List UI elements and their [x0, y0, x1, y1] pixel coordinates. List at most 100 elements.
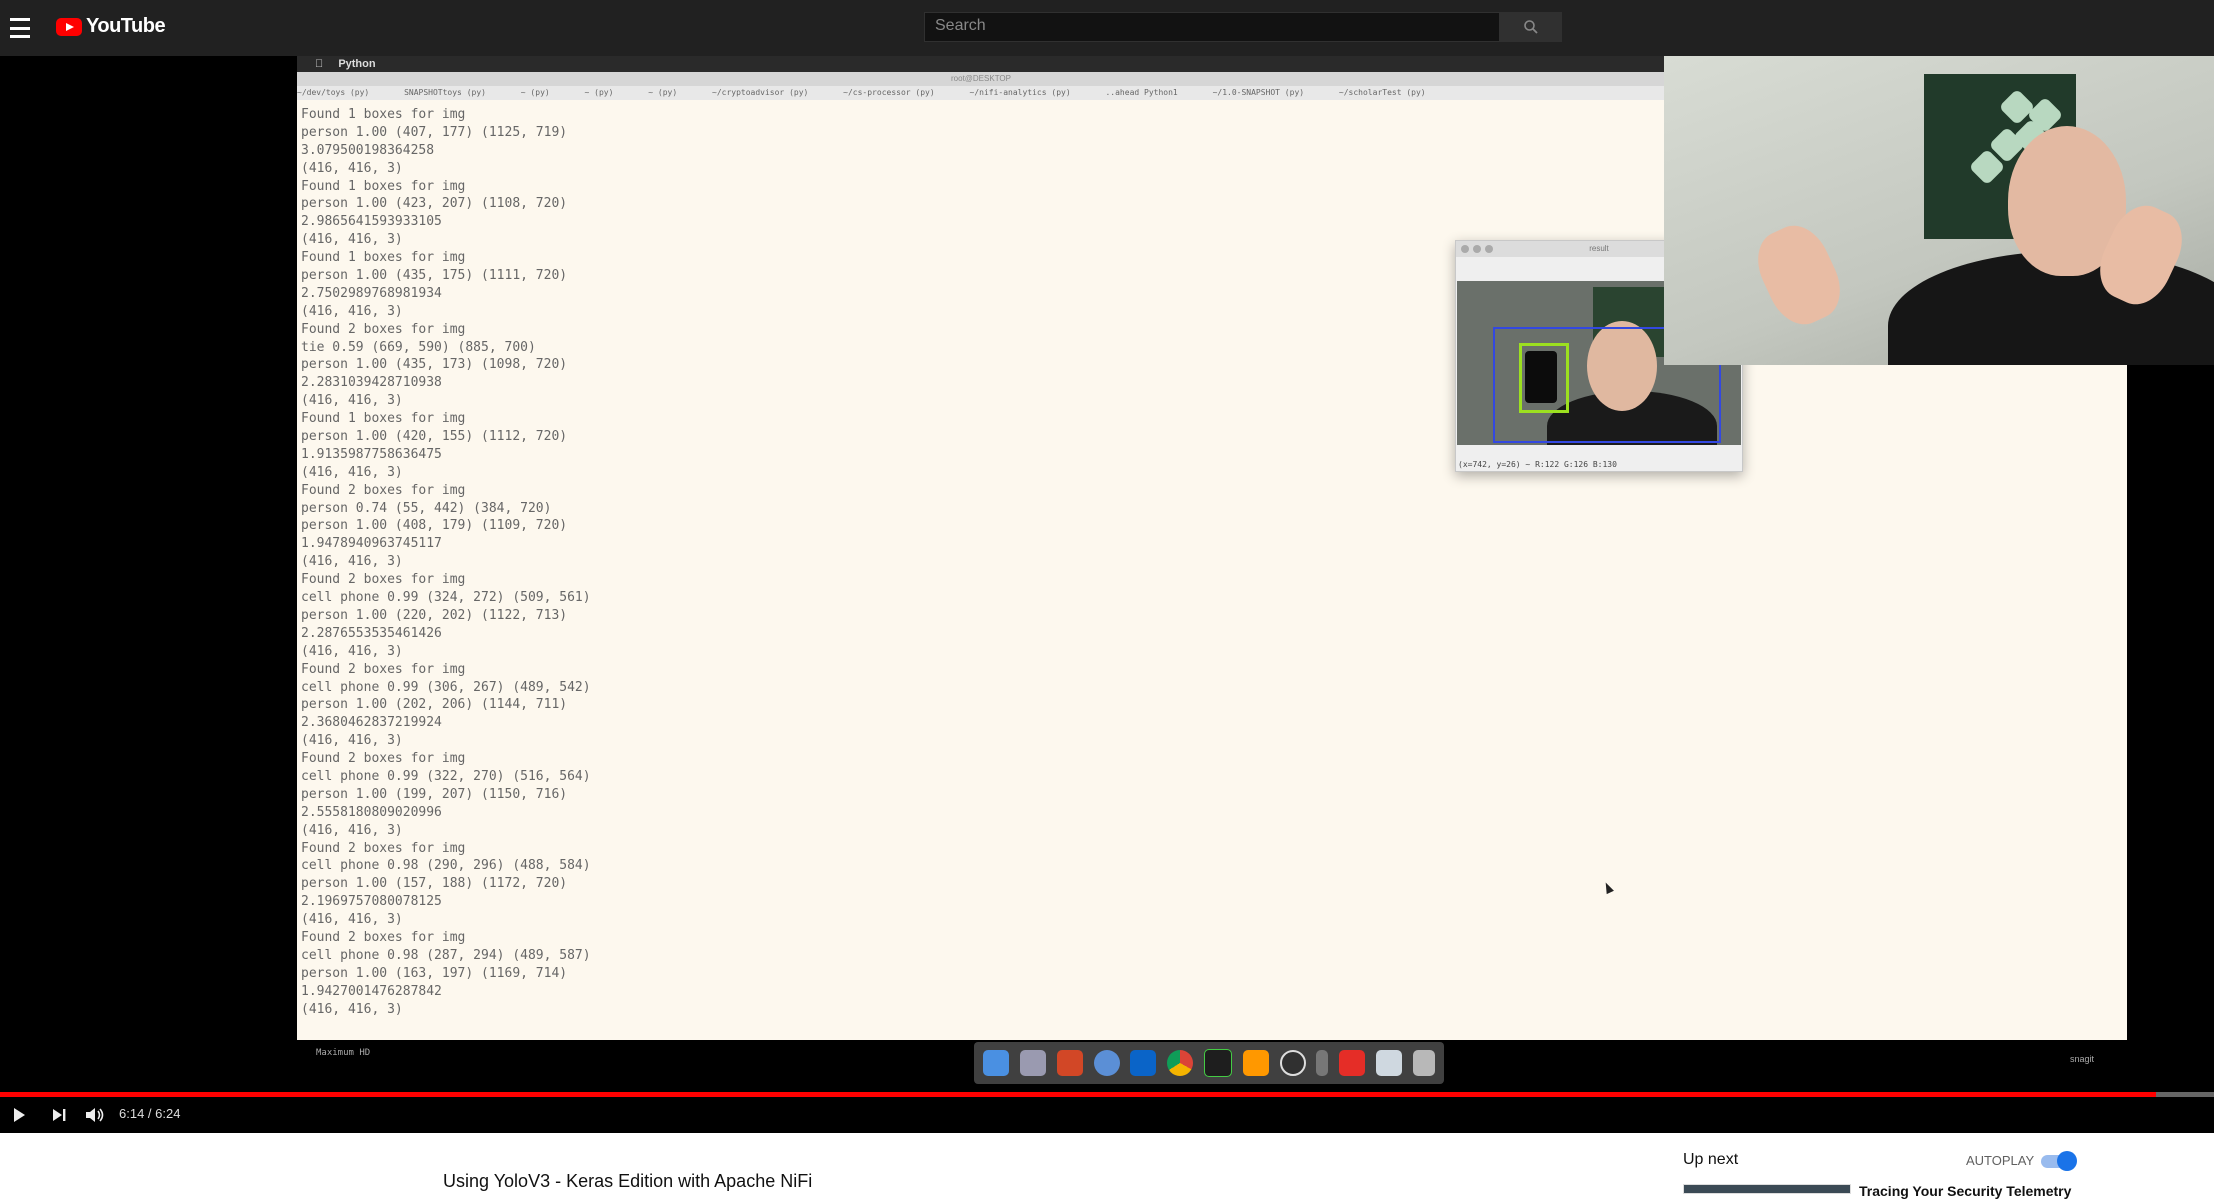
- terminal-line: person 1.00 (163, 197) (1169, 714): [301, 965, 568, 981]
- terminal-line: Found 2 boxes for img: [301, 572, 466, 588]
- terminal-line: cell phone 0.99 (324, 272) (509, 561): [301, 590, 591, 606]
- terminal-line: Found 2 boxes for img: [301, 751, 466, 767]
- terminal-tab[interactable]: ~/cs-processor (py): [843, 88, 935, 97]
- finder-icon: [983, 1050, 1010, 1076]
- terminal-line: cell phone 0.98 (287, 294) (489, 587): [301, 947, 591, 963]
- terminal-line: (416, 416, 3): [301, 303, 403, 319]
- terminal-tab[interactable]: ..ahead Python1: [1105, 88, 1177, 97]
- terminal-line: person 1.00 (157, 188) (1172, 720): [301, 876, 568, 892]
- terminal-line: 1.9135987758636475: [301, 446, 442, 462]
- presenter-left-hand: [1746, 215, 1852, 335]
- terminal-line: Found 2 boxes for img: [301, 661, 466, 677]
- window-title: root@DESKTOP: [297, 72, 1665, 86]
- search-input[interactable]: Search: [924, 12, 1500, 42]
- terminal-tab[interactable]: ~/scholarTest (py): [1339, 88, 1426, 97]
- pixel-readout: (x=742, y=26) ~ R:122 G:126 B:130: [1458, 460, 1617, 469]
- detection-window-title: result: [1589, 244, 1609, 253]
- video-player[interactable]:  Python root@DESKTOP ~/dev/toys (py) SN…: [0, 56, 2214, 1132]
- terminal-line: (416, 416, 3): [301, 733, 403, 749]
- menu-icon[interactable]: [10, 16, 30, 40]
- terminal-line: person 1.00 (220, 202) (1122, 713): [301, 607, 568, 623]
- volume-icon[interactable]: [85, 1107, 105, 1123]
- play-icon[interactable]: [11, 1107, 27, 1123]
- terminal-line: person 1.00 (407, 177) (1125, 719): [301, 124, 568, 140]
- terminal-line: person 1.00 (435, 173) (1098, 720): [301, 357, 568, 373]
- terminal-line: (416, 416, 3): [301, 464, 403, 480]
- terminal-tab[interactable]: SNAPSHOTtoys (py): [404, 88, 486, 97]
- terminal-line: (416, 416, 3): [301, 822, 403, 838]
- terminal-line: 2.9865641593933105: [301, 214, 442, 230]
- terminal-line: (416, 416, 3): [301, 643, 403, 659]
- terminal-tab[interactable]: ~/cryptoadvisor (py): [712, 88, 808, 97]
- autoplay-toggle[interactable]: [2041, 1151, 2077, 1171]
- minimize-window-icon[interactable]: [1473, 245, 1481, 253]
- search-button[interactable]: [1500, 12, 1562, 42]
- chrome-icon: [1167, 1050, 1194, 1076]
- terminal-line: (416, 416, 3): [301, 160, 403, 176]
- next-video-title[interactable]: Tracing Your Security Telemetry: [1859, 1183, 2071, 1199]
- search-icon: [1524, 20, 1538, 34]
- terminal-tab[interactable]: ~ (py): [521, 88, 550, 97]
- terminal-line: cell phone 0.99 (322, 270) (516, 564): [301, 768, 591, 784]
- terminal-line: person 1.00 (199, 207) (1150, 716): [301, 786, 568, 802]
- terminal-tab[interactable]: ~ (py): [648, 88, 677, 97]
- terminal-line: 2.1969757080078125: [301, 894, 442, 910]
- powerpoint-icon: [1056, 1050, 1083, 1076]
- terminal-line: 2.2831039428710938: [301, 375, 442, 391]
- webcam-overlay: [1664, 56, 2214, 365]
- terminal-line: Found 2 boxes for img: [301, 321, 466, 337]
- sublime-icon: [1242, 1050, 1269, 1076]
- terminal-line: Found 2 boxes for img: [301, 840, 466, 856]
- desktop-label: Maximum HD: [316, 1048, 371, 1058]
- terminal-icon: [1203, 1049, 1232, 1077]
- below-player: Using YoloV3 - Keras Edition with Apache…: [0, 1133, 2214, 1199]
- terminal-line: person 1.00 (420, 155) (1112, 720): [301, 429, 568, 445]
- acrobat-icon: [1339, 1050, 1366, 1076]
- terminal-line: 2.7502989768981934: [301, 285, 442, 301]
- terminal-line: person 1.00 (423, 207) (1108, 720): [301, 196, 568, 212]
- terminal-line: Found 1 boxes for img: [301, 107, 466, 122]
- zoom-window-icon[interactable]: [1485, 245, 1493, 253]
- messages-icon: [1093, 1050, 1120, 1076]
- close-window-icon[interactable]: [1461, 245, 1469, 253]
- terminal-line: 2.5558180809020996: [301, 804, 442, 820]
- cell-phone-bounding-box: [1519, 343, 1569, 413]
- app-name: Python: [327, 58, 375, 70]
- youtube-logo[interactable]: YouTube: [56, 15, 166, 38]
- up-next-heading: Up next: [1683, 1151, 1739, 1168]
- next-icon[interactable]: [51, 1107, 67, 1123]
- mouse-cursor-icon: [1602, 880, 1614, 895]
- terminal-line: Found 1 boxes for img: [301, 250, 466, 266]
- terminal-tab[interactable]: ~/1.0-SNAPSHOT (py): [1213, 88, 1305, 97]
- watermark-label: snagit: [2070, 1054, 2095, 1064]
- player-controls: 6:14 / 6:24: [0, 1097, 2214, 1133]
- terminal-line: 3.079500198364258: [301, 142, 435, 158]
- terminal-line: 1.9427001476287842: [301, 983, 442, 999]
- video-title: Using YoloV3 - Keras Edition with Apache…: [443, 1171, 813, 1191]
- terminal-line: tie 0.59 (669, 590) (885, 700): [301, 339, 536, 355]
- terminal-line: (416, 416, 3): [301, 1001, 403, 1017]
- macos-dock: [974, 1042, 1444, 1084]
- terminal-tabs[interactable]: ~/dev/toys (py) SNAPSHOTtoys (py) ~ (py)…: [297, 86, 1665, 100]
- terminal-line: 1.9478940963745117: [301, 536, 442, 552]
- terminal-line: 2.3680462837219924: [301, 715, 442, 731]
- terminal-line: Found 1 boxes for img: [301, 411, 466, 427]
- terminal-output: Found 1 boxes for img person 1.00 (407, 1…: [301, 106, 901, 1018]
- terminal-line: (416, 416, 3): [301, 554, 403, 570]
- next-video-thumbnail[interactable]: [1683, 1184, 1851, 1194]
- terminal-tab[interactable]: ~/nifi-analytics (py): [970, 88, 1071, 97]
- launchpad-icon: [1020, 1050, 1047, 1076]
- terminal-line: person 1.00 (202, 206) (1144, 711): [301, 697, 568, 713]
- top-bar: YouTube Search: [0, 0, 2214, 56]
- terminal-line: person 1.00 (408, 179) (1109, 720): [301, 518, 568, 534]
- terminal-line: person 0.74 (55, 442) (384, 720): [301, 500, 552, 516]
- terminal-tab[interactable]: ~ (py): [585, 88, 614, 97]
- obs-icon: [1279, 1050, 1306, 1076]
- terminal-line: (416, 416, 3): [301, 232, 403, 248]
- mail-icon: [1375, 1050, 1402, 1076]
- terminal-tab[interactable]: ~/dev/toys (py): [297, 88, 369, 97]
- time-display: 6:14 / 6:24: [119, 1106, 181, 1121]
- terminal-line: Found 2 boxes for img: [301, 482, 466, 498]
- logo-text: YouTube: [86, 15, 166, 37]
- terminal-line: (416, 416, 3): [301, 393, 403, 409]
